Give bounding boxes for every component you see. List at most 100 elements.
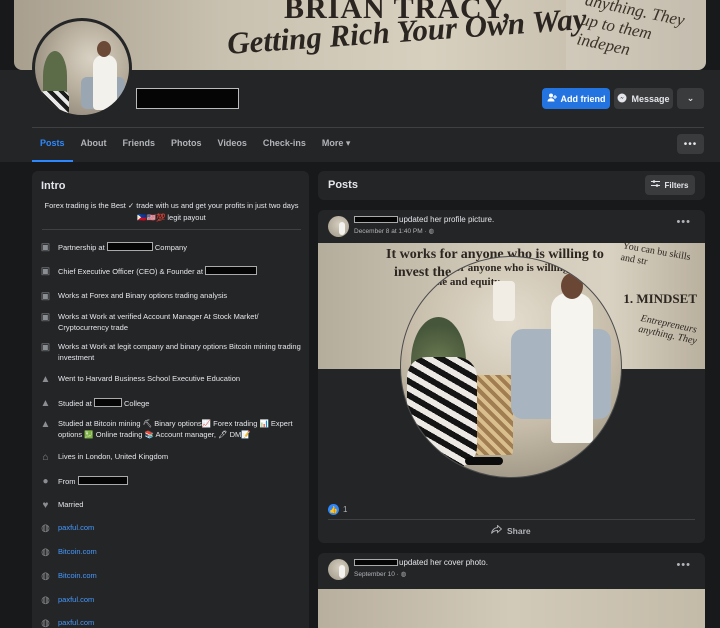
post-image-text: Entrepreneurs anything. They [637, 313, 698, 347]
tab-more[interactable]: More ▾ [314, 132, 359, 162]
share-icon [491, 524, 503, 536]
like-icon: 👍 [328, 504, 339, 515]
post-author-avatar[interactable] [328, 216, 349, 237]
post-image[interactable] [318, 589, 705, 628]
post-action-text: updated her cover photo. [399, 558, 488, 567]
filters-label: Filters [664, 180, 689, 190]
intro-item-education-college: ▲ Studied at College [40, 398, 302, 410]
share-label: Share [507, 525, 531, 536]
intro-item-ceo: ▣ Chief Executive Officer (CEO) & Founde… [40, 266, 302, 278]
graduation-cap-icon: ▲ [40, 419, 51, 430]
intro-item-text: Lives in London, United Kingdom [58, 452, 169, 461]
profile-picture-woman [407, 357, 477, 467]
website-link[interactable]: paxful.com [58, 523, 94, 532]
post-card: updated her cover photo. September 10 · … [318, 553, 705, 628]
share-button[interactable]: Share [491, 524, 531, 536]
globe-icon: ◍ [41, 547, 50, 558]
avatar-figure [93, 55, 117, 110]
intro-item-from: ● From [40, 476, 302, 488]
intro-item-education-bitcoin: ▲ Studied at Bitcoin mining ⛏ Binary opt… [40, 419, 302, 440]
globe-icon: · ◍ [424, 228, 435, 235]
add-friend-button[interactable]: Add friend [542, 88, 610, 109]
briefcase-icon: ▣ [40, 291, 51, 302]
post-actions-divider [328, 519, 695, 520]
heart-icon: ♥ [42, 500, 49, 511]
globe-icon: ◍ [41, 618, 50, 628]
post-reactions[interactable]: 👍 1 [328, 504, 347, 515]
intro-item-text: College [121, 399, 150, 408]
add-friend-icon [547, 93, 557, 104]
website-link[interactable]: paxful.com [58, 618, 94, 627]
intro-item-website: ◍ paxful.com [40, 618, 302, 628]
chevron-down-icon: ⌄ [686, 93, 695, 103]
intro-item-text: Partnership at [58, 243, 107, 252]
avatar-legs [39, 91, 69, 115]
redacted-author-name[interactable] [354, 559, 398, 566]
redacted-text [205, 266, 258, 275]
posts-header: Posts Filters [318, 171, 705, 200]
intro-item-text: Works at Work at verified Account Manage… [58, 312, 259, 332]
intro-item-website: ◍ paxful.com [40, 523, 302, 534]
tab-photos[interactable]: Photos [163, 132, 210, 162]
intro-title: Intro [41, 180, 66, 192]
tab-friends[interactable]: Friends [115, 132, 164, 162]
profile-avatar[interactable] [32, 18, 132, 118]
post-menu-button[interactable]: ••• [676, 559, 691, 571]
tab-videos[interactable]: Videos [210, 132, 255, 162]
profile-tabs: Posts About Friends Photos Videos Check-… [32, 132, 358, 162]
messenger-icon [617, 93, 627, 105]
post-timestamp[interactable]: December 8 at 1:40 PM [354, 228, 423, 235]
post-menu-button[interactable]: ••• [676, 216, 691, 228]
website-link[interactable]: Bitcoin.com [58, 571, 97, 580]
redacted-text [93, 398, 122, 407]
intro-item-website: ◍ Bitcoin.com [40, 571, 302, 582]
posts-title: Posts [328, 179, 358, 191]
message-label: Message [631, 93, 670, 104]
post-headline: updated her profile picture. [354, 215, 494, 224]
intro-item-text: Chief Executive Officer (CEO) & Founder … [58, 267, 206, 276]
intro-item-text: Works at Forex and Binary options tradin… [58, 291, 228, 300]
intro-item-education-harvard: ▲ Went to Harvard Business School Execut… [40, 374, 302, 385]
tab-check-ins[interactable]: Check-ins [255, 132, 314, 162]
intro-item-text: From [58, 477, 78, 486]
profile-more-button[interactable]: ⌄ [677, 88, 704, 109]
message-button[interactable]: Message [614, 88, 673, 109]
location-pin-icon: ● [42, 476, 49, 487]
intro-item-text: Works at Work at legit company and binar… [58, 342, 301, 362]
website-link[interactable]: paxful.com [58, 595, 94, 604]
briefcase-icon: ▣ [40, 266, 51, 277]
intro-item-text: Studied at Bitcoin mining ⛏ Binary optio… [58, 419, 293, 439]
profile-name-redacted [136, 88, 239, 109]
profile-picture-text: It works for anyone who is willing to in… [409, 262, 611, 288]
globe-icon: · ◍ [396, 571, 407, 578]
intro-item-work-forex: ▣ Works at Forex and Binary options trad… [40, 291, 302, 302]
post-author-avatar[interactable] [328, 559, 349, 580]
intro-item-work-legit-company: ▣ Works at Work at legit company and bin… [40, 342, 302, 363]
intro-card: Intro Forex trading is the Best ✓ trade … [32, 171, 309, 628]
globe-icon: ◍ [41, 523, 50, 534]
briefcase-icon: ▣ [40, 242, 51, 253]
post-timestamp[interactable]: September 10 [354, 571, 395, 578]
tab-about[interactable]: About [73, 132, 115, 162]
briefcase-icon: ▣ [40, 312, 51, 323]
redacted-author-name[interactable] [354, 216, 398, 223]
profile-picture-shoe [465, 457, 503, 465]
post-image-text: You can bu skills and str [619, 240, 692, 268]
profile-picture-man [551, 293, 593, 443]
intro-item-website: ◍ paxful.com [40, 595, 302, 606]
intro-item-work-account-manager: ▣ Works at Work at verified Account Mana… [40, 312, 302, 333]
post-meta: September 10 · ◍ [354, 570, 406, 578]
tab-posts[interactable]: Posts [32, 132, 73, 162]
post-profile-picture[interactable]: It works for anyone who is willing to in… [400, 256, 622, 478]
filters-button[interactable]: Filters [645, 175, 695, 195]
add-friend-label: Add friend [560, 93, 606, 104]
graduation-cap-icon: ▲ [40, 374, 51, 385]
tabs-overflow-button[interactable]: ••• [677, 134, 704, 154]
post-action-text: updated her profile picture. [399, 215, 495, 224]
website-link[interactable]: Bitcoin.com [58, 547, 97, 556]
filters-icon [651, 180, 661, 190]
intro-item-lives-in: ⌂ Lives in London, United Kingdom [40, 452, 302, 463]
intro-bio: Forex trading is the Best ✓ trade with u… [44, 201, 299, 222]
intro-item-relationship: ♥ Married [40, 500, 302, 511]
profile-picture-lamp [493, 281, 515, 321]
